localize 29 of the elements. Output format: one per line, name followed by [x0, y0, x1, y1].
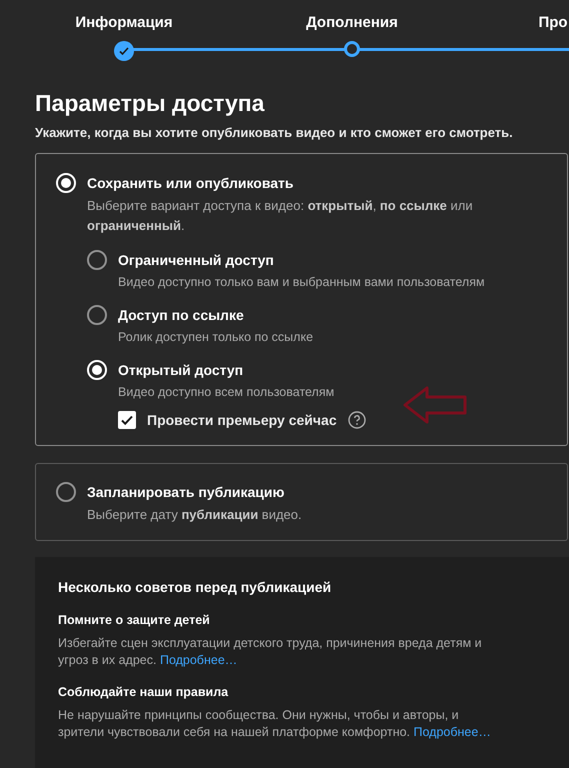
tip-text: Избегайте сцен эксплуатации детского труда, причинения вреда детям и угроз в их адрес. Подробнее…	[58, 634, 483, 668]
checkbox-label: Провести премьеру сейчас	[147, 410, 337, 430]
option-title[interactable]: Доступ по ссылке	[118, 304, 314, 324]
tip-heading: Соблюдайте наши правила	[58, 684, 230, 700]
option-description: Ролик доступен только по ссылке	[118, 328, 314, 346]
radio-button[interactable]	[87, 304, 107, 324]
option-description: Выберите вариант доступа к видео: открытый, по ссылке или ограниченный.	[87, 196, 474, 235]
option-description: Выберите дату публикации видео.	[87, 506, 302, 524]
checkbox[interactable]	[118, 411, 136, 429]
help-icon[interactable]	[348, 411, 366, 429]
option-description: Видео доступно всем пользователям	[118, 384, 334, 400]
radio-button[interactable]	[56, 482, 76, 502]
tips-title: Несколько советов перед публикацией	[58, 578, 332, 596]
step-label[interactable]: Дополнения	[306, 14, 398, 32]
option-description: Видео доступно только вам и выбранным вами пользователям	[118, 274, 485, 290]
option-title[interactable]: Сохранить или опубликовать	[87, 172, 507, 192]
page-subheading: Укажите, когда вы хотите опубликовать видео и кто сможет его смотреть.	[35, 124, 514, 142]
option-title[interactable]: Ограниченный доступ	[118, 250, 485, 270]
step-label[interactable]: Про	[538, 14, 568, 32]
learn-more-link[interactable]: Подробнее…	[414, 724, 491, 738]
option-title[interactable]: Запланировать публикацию	[87, 482, 302, 502]
option-title[interactable]: Открытый доступ	[118, 360, 334, 380]
tip-text: Не нарушайте принципы сообщества. Они нужны, чтобы и авторы, и зрители чувствовали себя на нашей платформе комфортно. Подробнее…	[58, 706, 492, 740]
page-heading: Параметры доступа	[35, 89, 266, 118]
annotation-arrow-icon	[403, 386, 467, 424]
step-label[interactable]: Информация	[75, 14, 173, 32]
tip-heading: Помните о защите детей	[58, 612, 211, 628]
learn-more-link[interactable]: Подробнее…	[160, 652, 238, 666]
radio-button[interactable]	[87, 250, 107, 270]
